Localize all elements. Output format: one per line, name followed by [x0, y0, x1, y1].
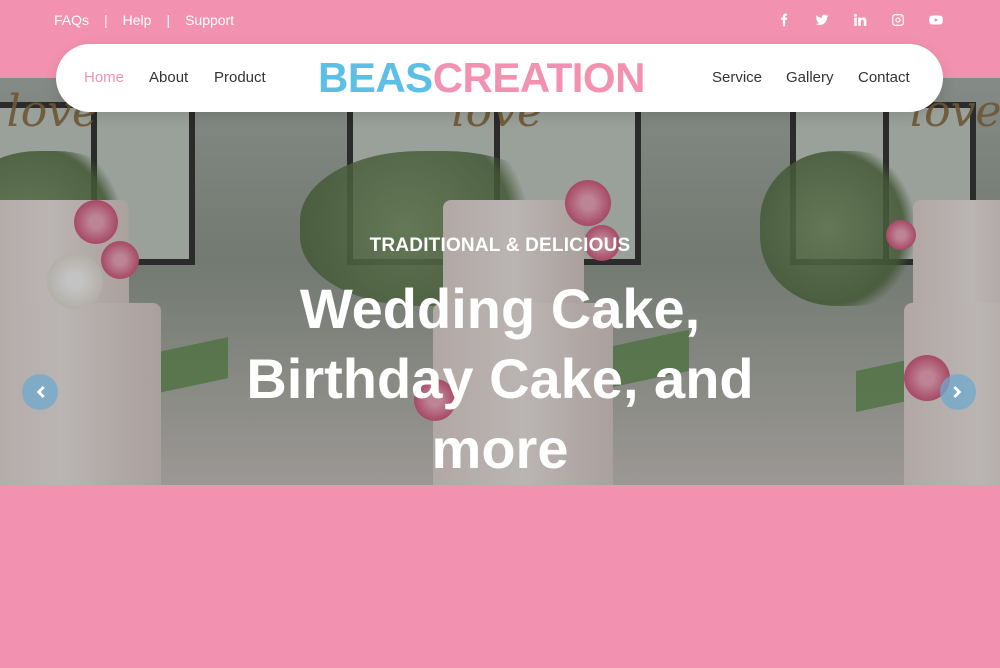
top-bar: FAQs | Help | Support	[0, 0, 1000, 44]
brand-logo[interactable]: BEASCREATION	[318, 55, 645, 101]
chevron-left-icon	[36, 386, 45, 398]
help-link[interactable]: Help	[123, 12, 152, 28]
hero-subtitle: TRADITIONAL & DELICIOUS	[369, 235, 631, 256]
nav-product[interactable]: Product	[214, 69, 266, 86]
youtube-icon[interactable]	[928, 12, 944, 28]
hero-caption: TRADITIONAL & DELICIOUS Wedding Cake, Bi…	[0, 78, 1000, 485]
social-links	[776, 12, 944, 28]
support-link[interactable]: Support	[185, 12, 234, 28]
hero-carousel: love love love TRADITIONAL & DELICIOUS W…	[0, 78, 1000, 485]
faqs-link[interactable]: FAQs	[54, 12, 89, 28]
separator: |	[166, 12, 171, 28]
nav-home[interactable]: Home	[84, 69, 124, 86]
nav-about[interactable]: About	[149, 69, 188, 86]
hero-title: Wedding Cake, Birthday Cake, and more	[246, 277, 754, 480]
nav-contact[interactable]: Contact	[858, 69, 910, 86]
carousel-next-button[interactable]	[940, 374, 976, 410]
carousel-prev-button[interactable]	[22, 374, 58, 410]
linkedin-icon[interactable]	[852, 12, 868, 28]
separator: |	[104, 12, 108, 28]
brand-part-1: BEAS	[318, 54, 433, 101]
facebook-icon[interactable]	[776, 12, 792, 28]
chevron-right-icon	[953, 386, 962, 398]
nav-service[interactable]: Service	[712, 69, 762, 86]
top-links: FAQs | Help | Support	[54, 12, 234, 28]
brand-part-2: CREATION	[432, 54, 646, 101]
main-navigation: Home About Product BEASCREATION Service …	[56, 44, 943, 112]
nav-gallery[interactable]: Gallery	[786, 69, 834, 86]
instagram-icon[interactable]	[890, 12, 906, 28]
twitter-icon[interactable]	[814, 12, 830, 28]
